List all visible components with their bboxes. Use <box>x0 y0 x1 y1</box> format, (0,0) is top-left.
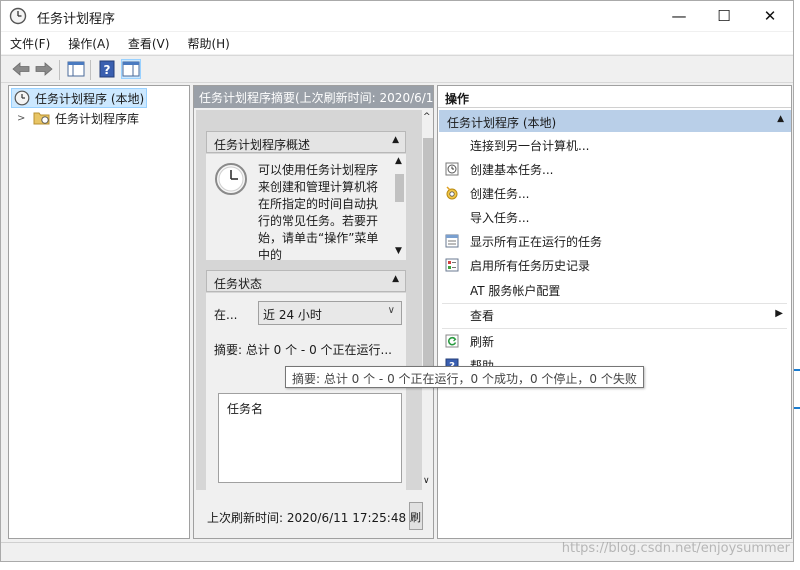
back-arrow-icon <box>12 62 30 76</box>
scroll-thumb[interactable] <box>395 174 404 202</box>
title-bar[interactable]: 任务计划程序 — ☐ ✕ <box>1 1 793 31</box>
console-tree: 任务计划程序 (本地) > 任务计划程序库 <box>8 85 190 539</box>
scroll-down-icon[interactable]: ▼ <box>395 246 402 256</box>
task-status-section-header[interactable]: 任务状态 ▲ <box>206 270 406 292</box>
action-label: 刷新 <box>470 334 495 349</box>
clock-icon <box>14 90 30 106</box>
minimize-button[interactable]: — <box>656 1 702 31</box>
tree-item-label: 任务计划程序 (本地) <box>35 91 145 106</box>
action-connect-computer[interactable]: 连接到另一台计算机... <box>438 133 791 157</box>
clock-large-icon <box>215 163 247 195</box>
task-status-section-body: 在... 近 24 小时 ∨ 摘要: 总计 0 个 - 0 个正在运行... 任… <box>206 293 406 490</box>
menu-view[interactable]: 查看(V) <box>119 32 179 54</box>
tree-item-task-scheduler-local[interactable]: 任务计划程序 (本地) <box>11 88 147 108</box>
actions-header: 操作 <box>438 86 791 108</box>
back-button[interactable] <box>11 59 31 79</box>
scroll-up-icon[interactable]: ^ <box>423 112 431 122</box>
scroll-thumb[interactable] <box>423 138 433 378</box>
menu-bar: 文件(F) 操作(A) 查看(V) 帮助(H) <box>1 32 793 54</box>
summary-scrollbar[interactable]: ^ ∨ <box>422 110 433 490</box>
action-import-task[interactable]: 导入任务... <box>438 205 791 229</box>
new-task-icon <box>446 186 458 200</box>
maximize-button[interactable]: ☐ <box>701 1 747 31</box>
clock-app-icon <box>9 7 27 25</box>
menu-help[interactable]: 帮助(H) <box>178 32 238 54</box>
summary-footer: 上次刷新时间: 2020/6/11 17:25:48 刷 <box>194 492 433 538</box>
scroll-down-icon[interactable]: ∨ <box>423 476 430 486</box>
summary-body: 任务计划程序概述 ▲ 可以使用任务计划程序来创建和管理计算机将在所指定的时间自动… <box>196 110 422 490</box>
time-range-value: 近 24 小时 <box>263 308 322 322</box>
window-title: 任务计划程序 <box>37 12 116 27</box>
toolbar-separator <box>59 60 60 80</box>
show-action-pane-button[interactable] <box>121 59 141 79</box>
last-refresh-time: 上次刷新时间: 2020/6/11 17:25:48 <box>207 511 407 525</box>
overview-scrollbar[interactable]: ▲ ▼ <box>393 154 406 260</box>
wizard-icon <box>445 162 459 176</box>
overview-section-body: 可以使用任务计划程序来创建和管理计算机将在所指定的时间自动执行的常见任务。若要开… <box>206 154 406 260</box>
tree-item-label: 任务计划程序库 <box>55 111 140 126</box>
action-refresh[interactable]: 刷新 <box>438 329 791 353</box>
menu-action[interactable]: 操作(A) <box>59 32 119 54</box>
collapse-caret-icon[interactable]: ▲ <box>392 135 399 145</box>
action-show-running-tasks[interactable]: 显示所有正在运行的任务 <box>438 229 791 253</box>
actions-pane: 操作 任务计划程序 (本地) ▲ 连接到另一台计算机... 创建基本任务... <box>437 85 792 539</box>
action-label: 启用所有任务历史记录 <box>470 258 591 273</box>
action-pane-icon <box>122 61 140 77</box>
action-label: 显示所有正在运行的任务 <box>470 234 603 249</box>
summary-header: 任务计划程序摘要(上次刷新时间: 2020/6/11 17:25:48) <box>194 86 433 108</box>
chevron-down-icon: ∨ <box>387 305 395 316</box>
refresh-button[interactable]: 刷 <box>409 502 423 530</box>
action-label: 导入任务... <box>470 210 530 225</box>
action-view[interactable]: 查看 ▶ <box>438 303 791 327</box>
time-range-dropdown[interactable]: 近 24 小时 ∨ <box>258 301 402 325</box>
running-tasks-icon <box>445 234 459 248</box>
summary-tooltip: 摘要: 总计 0 个 - 0 个正在运行，0 个成功，0 个停止，0 个失败 <box>285 366 644 388</box>
collapse-caret-icon[interactable]: ▲ <box>777 114 784 124</box>
action-label: AT 服务帐户配置 <box>470 283 561 298</box>
refresh-icon <box>445 334 459 348</box>
action-at-service-config[interactable]: AT 服务帐户配置 <box>438 278 791 302</box>
range-label: 在... <box>214 308 238 322</box>
toolbar: ? <box>1 55 793 83</box>
submenu-arrow-icon: ▶ <box>775 308 783 319</box>
status-summary: 摘要: 总计 0 个 - 0 个正在运行... <box>214 343 392 357</box>
watermark-text: https://blog.csdn.net/enjoysummer <box>561 541 790 556</box>
actions-group-header[interactable]: 任务计划程序 (本地) ▲ <box>439 110 791 132</box>
help-book-icon: ? <box>99 60 115 78</box>
help-toolbar-button[interactable]: ? <box>97 59 117 79</box>
forward-button[interactable] <box>34 59 54 79</box>
collapse-caret-icon[interactable]: ▲ <box>392 274 399 284</box>
forward-arrow-icon <box>35 62 53 76</box>
action-label: 创建基本任务... <box>470 162 554 177</box>
task-status-title: 任务状态 <box>214 277 263 291</box>
task-scheduler-window: 任务计划程序 — ☐ ✕ 文件(F) 操作(A) 查看(V) 帮助(H) ? 任… <box>0 0 794 562</box>
overview-title: 任务计划程序概述 <box>214 138 311 152</box>
show-console-tree-button[interactable] <box>66 59 86 79</box>
expand-chevron-icon[interactable]: > <box>17 113 33 124</box>
action-create-basic-task[interactable]: 创建基本任务... <box>438 157 791 181</box>
action-label: 查看 <box>470 308 495 323</box>
scroll-up-icon[interactable]: ▲ <box>395 156 402 166</box>
summary-pane: 任务计划程序摘要(上次刷新时间: 2020/6/11 17:25:48) 任务计… <box>193 85 434 539</box>
toolbar-separator <box>90 60 91 80</box>
svg-text:?: ? <box>104 63 111 77</box>
tree-item-task-library[interactable]: > 任务计划程序库 <box>17 108 139 128</box>
action-label: 创建任务... <box>470 186 530 201</box>
overview-description: 可以使用任务计划程序来创建和管理计算机将在所指定的时间自动执行的常见任务。若要开… <box>258 163 379 260</box>
history-icon <box>445 258 459 272</box>
menu-file[interactable]: 文件(F) <box>1 32 59 54</box>
action-label: 连接到另一台计算机... <box>470 138 590 153</box>
overview-section-header[interactable]: 任务计划程序概述 ▲ <box>206 131 406 153</box>
console-tree-icon <box>67 61 85 77</box>
task-list[interactable]: 任务名 <box>218 393 402 483</box>
task-name-column-header[interactable]: 任务名 <box>227 402 263 416</box>
folder-clock-icon <box>33 112 50 125</box>
desktop-background: 任务计划程序 — ☐ ✕ 文件(F) 操作(A) 查看(V) 帮助(H) ? 任… <box>0 0 800 570</box>
actions-group-label: 任务计划程序 (本地) <box>447 116 557 130</box>
action-create-task[interactable]: 创建任务... <box>438 181 791 205</box>
close-button[interactable]: ✕ <box>747 1 793 31</box>
action-enable-history[interactable]: 启用所有任务历史记录 <box>438 253 791 277</box>
